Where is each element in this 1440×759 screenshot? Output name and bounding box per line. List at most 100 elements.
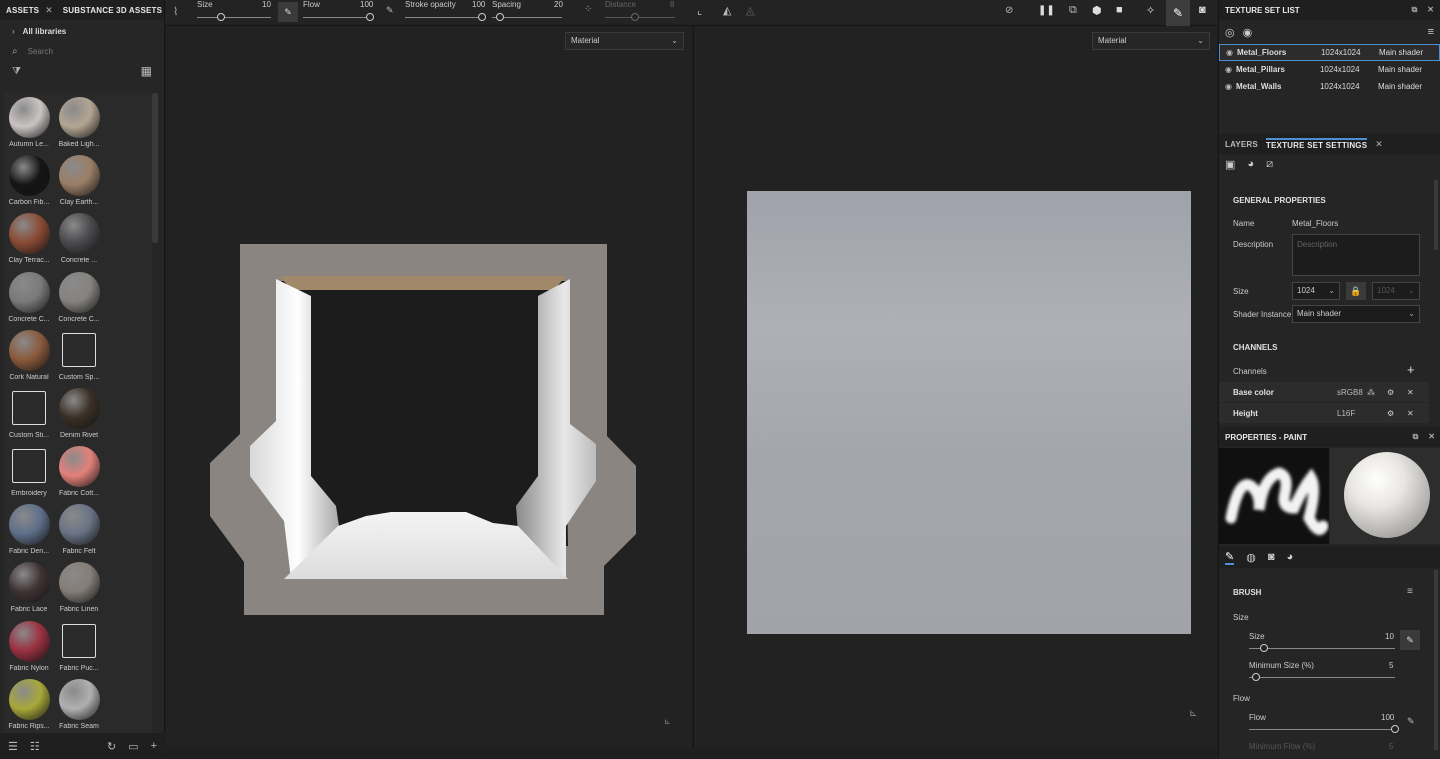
brush-size-slider-knob[interactable] [1259, 644, 1268, 652]
asset-tile[interactable]: Custom Sp... [54, 326, 104, 383]
brush-alpha-preview[interactable] [1219, 448, 1329, 544]
channel-format[interactable]: sRGB8 [1337, 388, 1367, 397]
asset-tile[interactable]: Fabric Den... [4, 500, 54, 557]
visibility-toggle-icon[interactable]: ◎ [1225, 26, 1235, 39]
material-preview[interactable] [1330, 448, 1440, 544]
tab-layers[interactable]: LAYERS [1225, 140, 1258, 149]
asset-tile[interactable]: Fabric Cott... [54, 442, 104, 499]
close-icon[interactable]: ✕ [1407, 409, 1414, 418]
pressure-size-icon[interactable]: ✎ [278, 2, 298, 22]
brush-flow-slider-track[interactable] [1249, 729, 1395, 730]
flow-slider-knob[interactable] [366, 13, 374, 21]
eye-icon[interactable]: ◉ [1226, 48, 1233, 57]
close-icon[interactable]: ✕ [45, 5, 53, 16]
uv-icon[interactable]: ⧄ [1266, 158, 1273, 171]
tab-assets[interactable]: ASSETS [6, 6, 39, 15]
filter-icon[interactable]: ⧩ [12, 66, 21, 77]
add-icon[interactable]: + [151, 740, 157, 752]
name-value[interactable]: Metal_Floors [1292, 219, 1338, 228]
library-selector[interactable]: › All libraries [0, 20, 164, 42]
gear-icon[interactable]: ⚙ [1387, 409, 1407, 418]
asset-tile[interactable]: Fabric Felt [54, 500, 104, 557]
close-icon[interactable]: ✕ [1428, 432, 1435, 441]
asset-tile[interactable]: Fabric Seam [54, 675, 104, 732]
spacing-slider-knob[interactable] [496, 13, 504, 21]
asset-tile[interactable]: Autumn Le... [4, 93, 54, 150]
description-field[interactable]: Description [1292, 234, 1420, 276]
asset-tile[interactable]: Fabric Nylon [4, 617, 54, 674]
brush-menu-icon[interactable]: ≡ [1407, 586, 1413, 597]
add-channel-icon[interactable]: + [1407, 362, 1415, 377]
brush-stroke-icon[interactable]: ⌇ [173, 5, 178, 18]
distance-slider-knob[interactable] [631, 13, 639, 21]
split-view-icon[interactable]: ⧉ [1069, 4, 1077, 17]
flow-slider-track[interactable] [303, 17, 373, 18]
asset-tile[interactable]: Cork Natural [4, 326, 54, 383]
brush-flow-slider-knob[interactable] [1391, 725, 1399, 733]
camera-icon[interactable]: ■ [1116, 4, 1123, 16]
texture-set-row[interactable]: ◉ Metal_Walls 1024x1024 Main shader [1219, 78, 1440, 95]
refresh-icon[interactable]: ↻ [107, 740, 116, 753]
asset-tile[interactable]: Denim Rivet [54, 384, 104, 441]
channel-format[interactable]: L16F [1337, 409, 1367, 418]
asset-tile[interactable]: Carbon Fib... [4, 151, 54, 208]
hide-icon[interactable]: ⊘ [1005, 5, 1013, 16]
maximize-icon[interactable]: ⧉ [1412, 5, 1418, 14]
shader-instance-select[interactable]: Main shader ⌄ [1292, 305, 1420, 323]
close-icon[interactable]: ✕ [1427, 5, 1434, 14]
channel-row[interactable]: Base color sRGB8 ⁂ ⚙ ✕ [1219, 382, 1429, 402]
size-slider-knob[interactable] [217, 13, 225, 21]
material-tab-icon[interactable]: ◕ [1286, 551, 1293, 563]
pen-pressure-size-icon[interactable]: ✎ [1400, 630, 1420, 650]
channel-row[interactable]: Height L16F ⚙ ✕ [1219, 403, 1429, 423]
asset-tile[interactable]: Embroidery [4, 442, 54, 499]
search-input[interactable]: Search [28, 47, 53, 56]
asset-tile[interactable]: Fabric Lace [4, 558, 54, 615]
stencil-tab-icon[interactable]: ◙ [1268, 551, 1275, 563]
cube-icon[interactable]: ⬢ [1092, 4, 1102, 17]
min-size-slider-track[interactable] [1249, 677, 1395, 678]
search-bar[interactable]: ⌕ Search [0, 42, 164, 60]
mirror-disabled-icon[interactable]: ◬ [746, 4, 754, 17]
folder-icon[interactable]: ▭ [128, 740, 138, 753]
min-size-slider-knob[interactable] [1252, 673, 1261, 681]
close-icon[interactable]: ✕ [1407, 388, 1414, 397]
material-icon[interactable]: ◕ [1247, 158, 1254, 171]
folder-list-icon[interactable]: ☷ [30, 740, 40, 753]
tab-texture-set-settings[interactable]: TEXTURE SET SETTINGS [1265, 138, 1368, 150]
viewport-2d-mode-select[interactable]: Material ⌄ [1092, 32, 1210, 50]
properties-scrollbar[interactable] [1434, 570, 1438, 750]
distance-slider-track[interactable] [605, 17, 675, 18]
texture-set-icon[interactable]: ▣ [1225, 158, 1235, 171]
brush-size-slider-track[interactable] [1249, 648, 1395, 649]
eye-icon[interactable]: ◉ [1225, 65, 1232, 74]
stroke-opacity-slider-knob[interactable] [478, 13, 486, 21]
texture-set-row[interactable]: ◉ Metal_Floors 1024x1024 Main shader [1219, 44, 1440, 61]
asset-tile[interactable]: Concrete C... [4, 268, 54, 325]
asset-tile[interactable]: Baked Ligh... [54, 93, 104, 150]
magic-brush-icon[interactable]: ✧ [1146, 4, 1155, 17]
alpha-tab-icon[interactable]: ◍ [1246, 551, 1256, 564]
stroke-opacity-slider-track[interactable] [405, 17, 485, 18]
size-slider-track[interactable] [197, 17, 271, 18]
asset-tile[interactable]: Fabric Puc... [54, 617, 104, 674]
asset-tile[interactable]: Clay Terrac... [4, 209, 54, 266]
texture-set-row[interactable]: ◉ Metal_Pillars 1024x1024 Main shader [1219, 61, 1440, 78]
asset-tile[interactable]: Fabric Rips... [4, 675, 54, 732]
eye-icon[interactable]: ◉ [1243, 26, 1253, 39]
asset-tile[interactable]: Concrete C... [54, 268, 104, 325]
viewport-3d[interactable]: Material ⌄ ⊾ [166, 26, 692, 748]
pressure-flow-icon[interactable]: ✎ [386, 5, 394, 16]
tab-substance-assets[interactable]: SUBSTANCE 3D ASSETS [63, 6, 162, 15]
pen-pressure-flow-icon[interactable]: ✎ [1407, 716, 1415, 727]
maximize-icon[interactable]: ⧉ [1413, 432, 1419, 441]
grid-view-icon[interactable]: ▦ [141, 64, 152, 78]
list-view-icon[interactable]: ☰ [8, 740, 18, 753]
asset-tile[interactable]: Clay Earth... [54, 151, 104, 208]
lock-icon[interactable]: 🔒 [1346, 282, 1366, 300]
paint-brush-icon[interactable]: ✎ [1166, 0, 1190, 26]
viewport-2d[interactable]: Material ⌄ ⊾ [693, 26, 1217, 748]
asset-tile[interactable]: Fabric Linen [54, 558, 104, 615]
symmetry-icon[interactable]: ⌞ [697, 4, 702, 17]
pause-icon[interactable]: ❚❚ [1038, 5, 1055, 16]
